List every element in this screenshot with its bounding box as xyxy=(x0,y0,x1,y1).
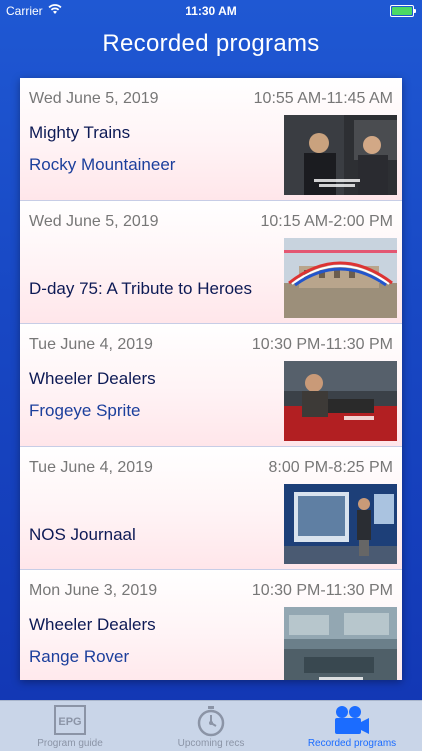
tab-label: Program guide xyxy=(37,738,103,749)
recording-title: Mighty Trains xyxy=(29,123,131,142)
recording-subtitle: Range Rover xyxy=(29,647,130,666)
recording-thumbnail xyxy=(284,361,397,441)
recording-date: Tue June 4, 2019 xyxy=(29,459,153,476)
page-title: Recorded programs xyxy=(102,30,320,57)
recording-title: Wheeler Dealers xyxy=(29,369,156,388)
recording-thumbnail xyxy=(284,115,397,195)
recording-time: 8:00 PM-8:25 PM xyxy=(268,459,394,476)
recording-subtitle: Frogeye Sprite xyxy=(29,401,141,420)
recording-row[interactable]: Wed June 5, 2019 10:55 AM-11:45 AM Might… xyxy=(20,78,402,201)
recording-row[interactable]: Wed June 5, 2019 10:15 AM-2:00 PM D-day … xyxy=(20,201,402,324)
recording-row[interactable]: Tue June 4, 2019 8:00 PM-8:25 PM NOS Jou… xyxy=(20,447,402,570)
status-bar: Carrier 11:30 AM xyxy=(0,0,422,22)
recording-thumbnail xyxy=(284,607,397,680)
tab-upcoming-recs[interactable]: Upcoming recs xyxy=(141,701,281,751)
recording-date: Mon June 3, 2019 xyxy=(29,582,158,599)
video-camera-icon xyxy=(333,705,371,742)
recording-title: D-day 75: A Tribute to Heroes xyxy=(29,279,253,298)
tab-bar: EPG Program guide Upcoming recs Recorded… xyxy=(0,700,422,751)
recording-thumbnail xyxy=(284,484,397,564)
status-time: 11:30 AM xyxy=(185,4,237,18)
recordings-list: Wed June 5, 2019 10:55 AM-11:45 AM Might… xyxy=(20,78,402,680)
recording-subtitle: Rocky Mountaineer xyxy=(29,155,176,174)
recording-title: Wheeler Dealers xyxy=(29,615,156,634)
stopwatch-icon xyxy=(196,705,226,742)
recording-time: 10:15 AM-2:00 PM xyxy=(260,213,393,230)
tab-program-guide[interactable]: EPG Program guide xyxy=(0,701,140,751)
recording-time: 10:30 PM-11:30 PM xyxy=(251,336,393,353)
tab-label: Recorded programs xyxy=(307,738,397,749)
recording-title: NOS Journaal xyxy=(29,525,136,544)
recording-row[interactable]: Tue June 4, 2019 10:30 PM-11:30 PM Wheel… xyxy=(20,324,402,447)
battery-icon xyxy=(390,5,416,17)
recording-time: 10:55 AM-11:45 AM xyxy=(253,90,393,107)
epg-icon: EPG xyxy=(54,705,86,740)
recording-time: 10:30 PM-11:30 PM xyxy=(251,582,393,599)
tab-recorded-programs[interactable]: Recorded programs xyxy=(282,701,422,751)
tab-label: Upcoming recs xyxy=(177,738,245,749)
recording-date: Wed June 5, 2019 xyxy=(29,213,159,230)
recording-thumbnail xyxy=(284,238,397,318)
recording-date: Wed June 5, 2019 xyxy=(29,90,159,107)
recording-row[interactable]: Mon June 3, 2019 10:30 PM-11:30 PM Wheel… xyxy=(20,570,402,680)
recording-date: Tue June 4, 2019 xyxy=(29,336,153,353)
svg-text:EPG: EPG xyxy=(58,716,81,728)
